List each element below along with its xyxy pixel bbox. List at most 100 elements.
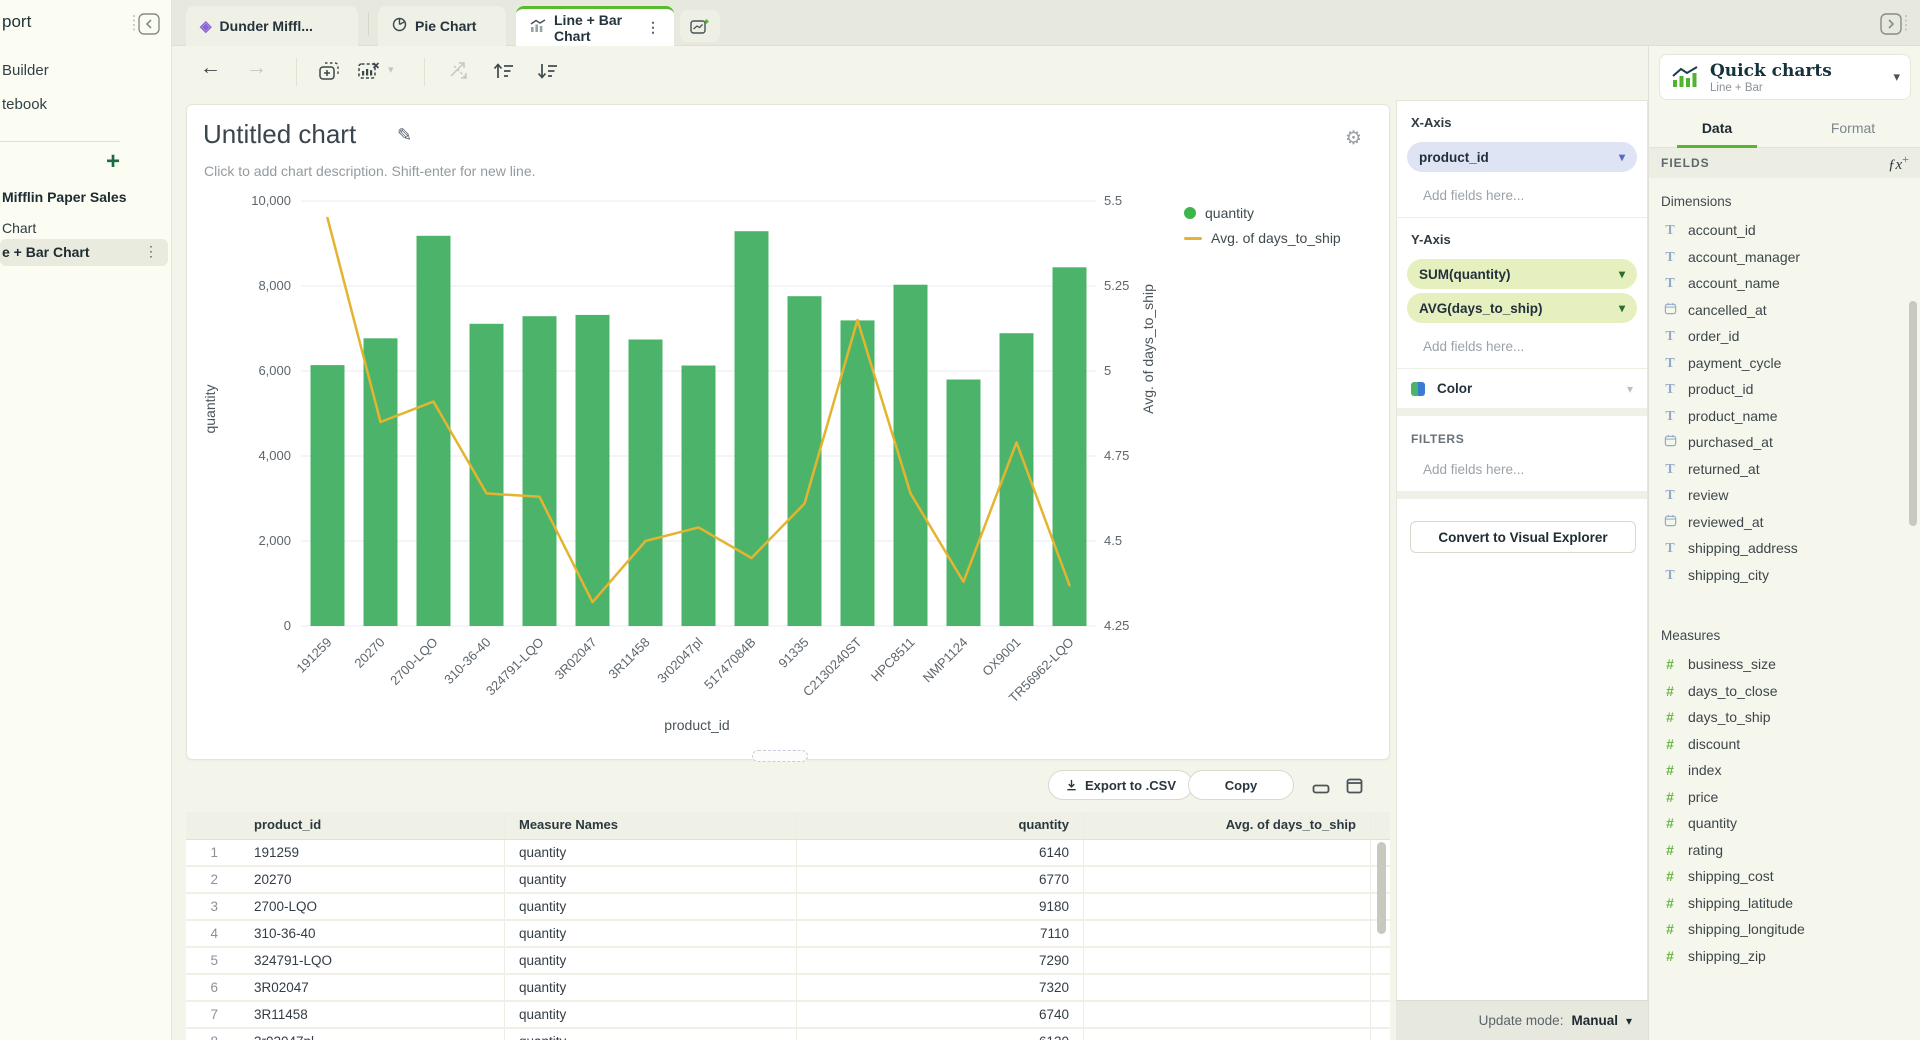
- tab-data[interactable]: Data: [1649, 112, 1785, 147]
- expand-right-panel-icon[interactable]: [1878, 11, 1910, 37]
- field-item-shipping_city[interactable]: Tshipping_city: [1661, 562, 1909, 589]
- redo-button[interactable]: →: [246, 56, 267, 80]
- dimensions-list: Taccount_idTaccount_managerTaccount_name…: [1661, 217, 1909, 588]
- x-axis-field-pill[interactable]: product_id ▾: [1407, 142, 1637, 172]
- field-item-order_id[interactable]: Torder_id: [1661, 323, 1909, 350]
- field-item-shipping_latitude[interactable]: #shipping_latitude: [1661, 890, 1909, 917]
- download-icon: [1065, 779, 1078, 792]
- chevron-down-icon[interactable]: ▾: [1626, 1014, 1632, 1028]
- field-item-returned_at[interactable]: Treturned_at: [1661, 456, 1909, 483]
- convert-to-visual-explorer-button[interactable]: Convert to Visual Explorer: [1410, 521, 1636, 553]
- sidebar-item-notebook[interactable]: tebook: [2, 96, 47, 113]
- field-item-product_id[interactable]: Tproduct_id: [1661, 376, 1909, 403]
- field-item-account_name[interactable]: Taccount_name: [1661, 270, 1909, 297]
- fields-scrollbar[interactable]: [1909, 301, 1917, 526]
- text-type-icon: T: [1661, 486, 1679, 504]
- number-type-icon: #: [1661, 815, 1679, 831]
- copy-button[interactable]: Copy: [1188, 770, 1294, 800]
- field-item-account_id[interactable]: Taccount_id: [1661, 217, 1909, 244]
- quick-charts-logo-icon: [1670, 64, 1700, 90]
- table-row: 220270quantity6770: [186, 867, 1390, 894]
- new-chart-tab-button[interactable]: [680, 10, 720, 42]
- svg-text:91335: 91335: [775, 635, 811, 671]
- field-item-account_manager[interactable]: Taccount_manager: [1661, 244, 1909, 271]
- filters-add-fields[interactable]: Add fields here...: [1397, 450, 1647, 491]
- remove-chart-chevron-icon[interactable]: ▾: [388, 63, 394, 76]
- tab-kebab-icon[interactable]: ⋮: [646, 19, 660, 36]
- panel-subtitle: Line + Bar: [1710, 82, 1883, 94]
- text-type-icon: T: [1661, 407, 1679, 425]
- y-axis-field-pill-avg-days-to-ship[interactable]: AVG(days_to_ship) ▾: [1407, 293, 1637, 323]
- col-avg-days-to-ship: Avg. of days_to_ship: [1084, 812, 1371, 839]
- tab-dunder-mifflin[interactable]: ◈ Dunder Miffl...: [186, 6, 358, 46]
- tab-format[interactable]: Format: [1785, 112, 1920, 147]
- field-item-days_to_ship[interactable]: #days_to_ship: [1661, 704, 1909, 731]
- text-type-icon: T: [1661, 460, 1679, 478]
- tab-line-bar-chart[interactable]: Line + Bar Chart ⋮: [516, 6, 674, 46]
- color-row[interactable]: Color ▾: [1397, 369, 1647, 408]
- field-item-business_size[interactable]: #business_size: [1661, 651, 1909, 678]
- chevron-down-icon: ▾: [1627, 382, 1633, 396]
- sort-ascending-icon[interactable]: [490, 58, 516, 89]
- legend-dot-icon: [1184, 207, 1196, 219]
- chart-type-selector[interactable]: Quick charts Line + Bar ▾: [1659, 54, 1911, 100]
- field-item-days_to_close[interactable]: #days_to_close: [1661, 678, 1909, 705]
- field-item-quantity[interactable]: #quantity: [1661, 810, 1909, 837]
- field-item-shipping_cost[interactable]: #shipping_cost: [1661, 863, 1909, 890]
- field-item-cancelled_at[interactable]: cancelled_at: [1661, 297, 1909, 324]
- y-axis-field-pill-sum-quantity[interactable]: SUM(quantity) ▾: [1407, 259, 1637, 289]
- sidebar-item-builder[interactable]: Builder: [2, 62, 49, 79]
- table-row: 4310-36-40quantity7110: [186, 921, 1390, 948]
- legend-item-quantity[interactable]: quantity: [1184, 205, 1341, 221]
- number-type-icon: #: [1661, 762, 1679, 778]
- field-item-price[interactable]: #price: [1661, 784, 1909, 811]
- remove-chart-icon[interactable]: [356, 58, 382, 89]
- panel-title: Quick charts: [1710, 61, 1883, 81]
- svg-text:HPC8511: HPC8511: [868, 635, 918, 685]
- field-item-purchased_at[interactable]: purchased_at: [1661, 429, 1909, 456]
- add-chart-button[interactable]: +: [106, 148, 120, 176]
- field-item-reviewed_at[interactable]: reviewed_at: [1661, 509, 1909, 536]
- legend-item-days-to-ship[interactable]: Avg. of days_to_ship: [1184, 230, 1341, 246]
- edit-title-pencil-icon[interactable]: ✎: [397, 125, 412, 146]
- chart-settings-gear-icon[interactable]: ⚙: [1345, 127, 1362, 150]
- field-item-payment_cycle[interactable]: Tpayment_cycle: [1661, 350, 1909, 377]
- field-item-rating[interactable]: #rating: [1661, 837, 1909, 864]
- field-item-product_name[interactable]: Tproduct_name: [1661, 403, 1909, 430]
- add-formula-field-icon[interactable]: ƒx+: [1888, 152, 1909, 174]
- sidebar-item-chart[interactable]: Chart: [2, 220, 36, 236]
- table-row: 1191259quantity6140: [186, 840, 1390, 867]
- sidebar-title: port: [2, 12, 31, 32]
- text-type-icon: T: [1661, 380, 1679, 398]
- field-item-review[interactable]: Treview: [1661, 482, 1909, 509]
- tab-pie-chart[interactable]: Pie Chart: [378, 6, 506, 46]
- field-item-shipping_zip[interactable]: #shipping_zip: [1661, 943, 1909, 970]
- kebab-menu-icon[interactable]: ⋮: [144, 243, 158, 260]
- layers-icon: ◈: [200, 17, 212, 35]
- undo-button[interactable]: ←: [200, 56, 221, 80]
- field-item-shipping_longitude[interactable]: #shipping_longitude: [1661, 916, 1909, 943]
- add-to-dashboard-icon[interactable]: [316, 58, 342, 89]
- expand-table-icon[interactable]: [1346, 778, 1363, 799]
- y-axis-section-title: Y-Axis: [1397, 218, 1647, 255]
- x-axis-section-title: X-Axis: [1397, 101, 1647, 138]
- collapse-sidebar-icon[interactable]: [130, 11, 162, 37]
- field-item-shipping_address[interactable]: Tshipping_address: [1661, 535, 1909, 562]
- chart-description-placeholder[interactable]: Click to add chart description. Shift-en…: [204, 163, 536, 179]
- table-scrollbar[interactable]: [1377, 842, 1386, 934]
- sidebar-item-line-bar-chart[interactable]: e + Bar Chart ⋮: [0, 239, 168, 266]
- field-item-index[interactable]: #index: [1661, 757, 1909, 784]
- chevron-down-icon: ▾: [1619, 301, 1625, 315]
- field-item-discount[interactable]: #discount: [1661, 731, 1909, 758]
- update-mode-select[interactable]: Manual: [1571, 1013, 1618, 1028]
- text-type-icon: T: [1661, 539, 1679, 557]
- panel-resize-handle[interactable]: [752, 750, 808, 762]
- y-axis-add-fields[interactable]: Add fields here...: [1397, 327, 1647, 368]
- swap-axes-icon[interactable]: [446, 58, 472, 89]
- export-csv-button[interactable]: Export to .CSV: [1048, 770, 1193, 800]
- chart-legend: quantity Avg. of days_to_ship: [1184, 205, 1341, 255]
- sort-descending-icon[interactable]: [534, 58, 560, 89]
- pie-icon: [392, 17, 407, 36]
- collapse-table-icon[interactable]: [1312, 782, 1330, 800]
- x-axis-add-fields[interactable]: Add fields here...: [1397, 176, 1647, 217]
